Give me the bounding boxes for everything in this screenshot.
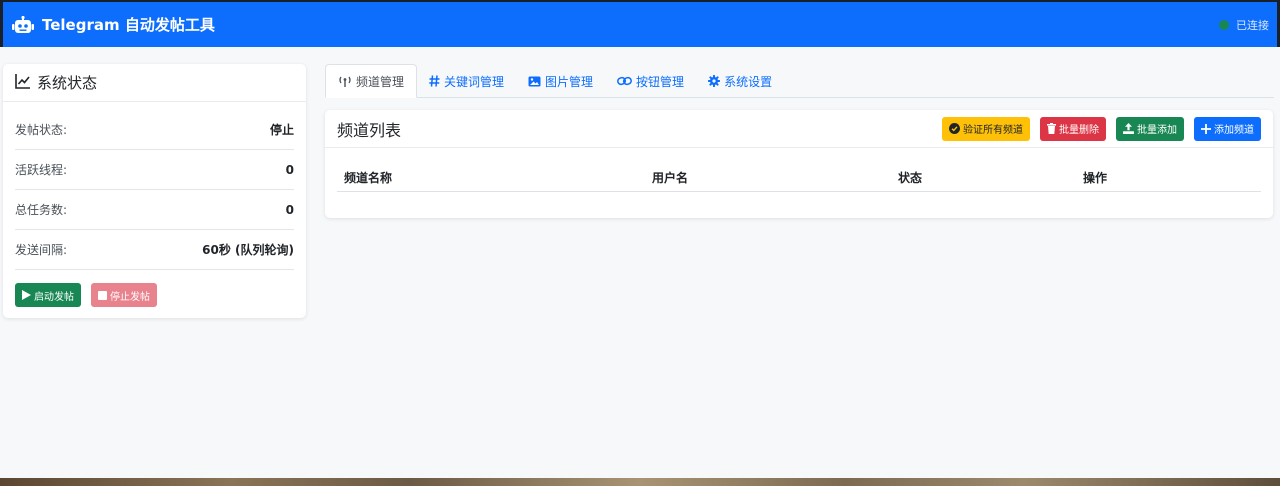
- connection-label: 已连接: [1236, 18, 1269, 32]
- channel-table: 频道名称 用户名 状态 操作: [337, 164, 1261, 192]
- bulk-delete-button[interactable]: 批量删除: [1040, 116, 1106, 141]
- stat-value: 0: [285, 162, 294, 177]
- image-icon: [528, 76, 541, 87]
- stat-value: 60秒 (队列轮询): [202, 243, 294, 257]
- app-page: Telegram 自动发帖工具 已连接 系统状态 发帖状态: 停止 活跃线程:: [0, 0, 1280, 486]
- start-posting-label: 启动发帖: [34, 291, 74, 303]
- stop-posting-button[interactable]: 停止发帖: [91, 283, 157, 307]
- app-title: Telegram 自动发帖工具: [42, 16, 215, 34]
- bulk-add-button[interactable]: 批量添加: [1116, 116, 1184, 141]
- stat-label: 总任务数:: [15, 203, 68, 217]
- bulk-add-label: 批量添加: [1137, 125, 1177, 136]
- gear-icon: [708, 75, 721, 87]
- tab-buttons-label: 按钮管理: [636, 74, 685, 89]
- stat-label: 发帖状态:: [15, 123, 68, 137]
- column-header-channel-name[interactable]: 频道名称: [337, 169, 645, 186]
- hashtag-icon: [429, 75, 440, 87]
- stat-value: 停止: [269, 123, 294, 137]
- add-channel-label: 添加频道: [1214, 125, 1254, 136]
- stat-label: 发送间隔:: [15, 243, 68, 257]
- channel-list-header: 频道列表 验证所有频道 批量删除 批量添加 添加频道: [325, 110, 1273, 148]
- desktop-wallpaper-strip: [0, 478, 1280, 486]
- verify-all-label: 验证所有频道: [963, 125, 1023, 136]
- chart-line-icon: [15, 73, 37, 93]
- tab-keywords-label: 关键词管理: [444, 74, 505, 89]
- tab-channels-label: 频道管理: [356, 74, 405, 89]
- stat-row-send-interval: 发送间隔: 60秒 (队列轮询): [15, 230, 294, 270]
- upload-icon: [1123, 123, 1134, 134]
- status-actions: 启动发帖 停止发帖: [15, 283, 294, 307]
- broadcast-icon: [338, 75, 352, 87]
- stop-posting-label: 停止发帖: [110, 291, 150, 303]
- column-header-actions[interactable]: 操作: [1076, 169, 1256, 186]
- stop-icon: [98, 290, 107, 300]
- tab-keywords[interactable]: 关键词管理: [417, 64, 516, 98]
- stat-row-post-status: 发帖状态: 停止: [15, 110, 294, 150]
- connection-status: 已连接: [1219, 17, 1269, 33]
- top-navbar: Telegram 自动发帖工具 已连接: [0, 0, 1280, 47]
- stat-row-total-tasks: 总任务数: 0: [15, 190, 294, 230]
- tab-images[interactable]: 图片管理: [516, 64, 605, 98]
- tab-buttons[interactable]: 按钮管理: [605, 64, 696, 98]
- channel-list-card: 频道列表 验证所有频道 批量删除 批量添加 添加频道 频道名称 用户名 状态 操…: [325, 110, 1273, 218]
- system-status-header: 系统状态: [3, 64, 306, 102]
- robot-icon: [12, 15, 34, 34]
- stat-label: 活跃线程:: [15, 163, 68, 177]
- connection-dot-icon: [1219, 19, 1229, 30]
- stat-row-active-threads: 活跃线程: 0: [15, 150, 294, 190]
- tab-images-label: 图片管理: [545, 74, 594, 89]
- tab-settings-label: 系统设置: [724, 74, 773, 89]
- tab-settings[interactable]: 系统设置: [696, 64, 784, 98]
- tab-channels[interactable]: 频道管理: [325, 64, 418, 98]
- trash-icon: [1047, 123, 1056, 134]
- system-status-title: 系统状态: [37, 74, 98, 92]
- system-status-card: 系统状态 发帖状态: 停止 活跃线程: 0 总任务数: 0 发送间隔: 60秒 …: [3, 64, 306, 318]
- system-status-body: 发帖状态: 停止 活跃线程: 0 总任务数: 0 发送间隔: 60秒 (队列轮询…: [3, 102, 306, 307]
- channel-actions: 验证所有频道 批量删除 批量添加 添加频道: [942, 116, 1261, 141]
- channel-table-header: 频道名称 用户名 状态 操作: [337, 164, 1261, 192]
- check-circle-icon: [949, 123, 960, 134]
- main-tabs: 频道管理 关键词管理 图片管理 按钮管理 系统设置: [325, 64, 1274, 98]
- stat-value: 0: [285, 202, 294, 217]
- brand[interactable]: Telegram 自动发帖工具: [12, 14, 215, 35]
- verify-all-channels-button[interactable]: 验证所有频道: [942, 116, 1030, 141]
- channel-list-title: 频道列表: [337, 120, 402, 140]
- add-channel-button[interactable]: 添加频道: [1194, 116, 1261, 141]
- play-icon: [22, 290, 31, 300]
- link-icon: [617, 76, 632, 86]
- start-posting-button[interactable]: 启动发帖: [15, 283, 81, 307]
- column-header-status[interactable]: 状态: [891, 169, 1076, 186]
- bulk-delete-label: 批量删除: [1059, 125, 1099, 136]
- column-header-username[interactable]: 用户名: [645, 169, 891, 186]
- plus-icon: [1201, 123, 1211, 134]
